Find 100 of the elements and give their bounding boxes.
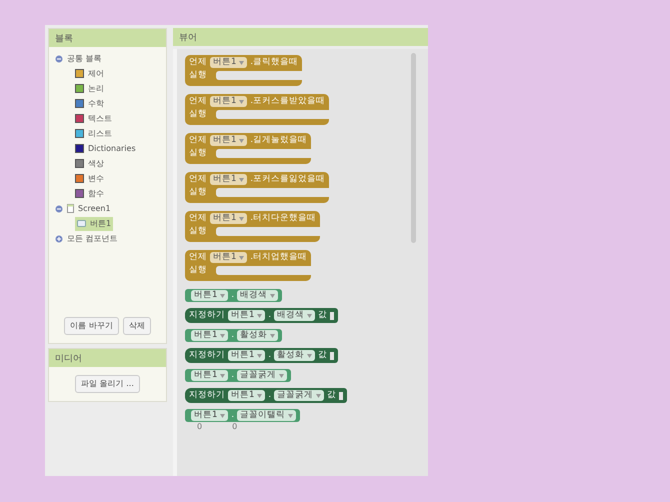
screen-icon (67, 204, 74, 213)
error-count: 0 (232, 421, 238, 433)
getter-block[interactable]: 버튼1 . 글꼴굵게 (185, 369, 292, 382)
block-label: 언제 (189, 252, 207, 263)
property-dropdown[interactable]: 배경색 (274, 310, 316, 321)
viewer-title: 뷰어 (173, 28, 428, 46)
caret-icon (239, 60, 244, 64)
caret-icon (257, 314, 262, 318)
caret-icon (220, 414, 226, 418)
block-category[interactable]: 수학 (88, 98, 104, 110)
block-label: 값 (318, 310, 328, 321)
block-label: 언제 (189, 135, 207, 146)
block-label: 지정하기 (189, 390, 225, 401)
block-label: .터치다운했을때 (250, 213, 316, 224)
block-category[interactable]: 변수 (88, 172, 104, 184)
block-category[interactable]: 함수 (88, 188, 104, 200)
button-icon (77, 220, 86, 227)
warning-count: 0 (197, 421, 202, 433)
block-label: 실행 (189, 109, 207, 120)
rename-button[interactable]: 이름 바꾸기 (64, 317, 119, 335)
getter-block[interactable]: 버튼1 . 활성화 (185, 329, 282, 342)
component-dropdown[interactable]: 버튼1 (210, 57, 248, 68)
tree-item[interactable]: 공통 블록 (67, 52, 102, 64)
component-dropdown[interactable]: 버튼1 (191, 370, 228, 381)
block-label: .포커스를잃었을때 (250, 174, 326, 185)
event-block[interactable]: 언제 버튼1 .길게눌렀을때 실행 (185, 133, 312, 164)
block-category[interactable]: 색상 (88, 158, 104, 170)
event-block[interactable]: 언제 버튼1 .포커스를잃었을때 실행 (185, 172, 330, 203)
block-label: 실행 (189, 148, 207, 159)
setter-block[interactable]: 지정하기 버튼1 . 글꼴굵게 값 (185, 388, 348, 403)
component-dropdown[interactable]: 버튼1 (191, 410, 228, 421)
component-dropdown[interactable]: 버튼1 (191, 290, 228, 301)
caret-icon (220, 334, 226, 338)
caret-icon (279, 374, 284, 378)
component-dropdown[interactable]: 버튼1 (210, 96, 248, 107)
component-dropdown[interactable]: 버튼1 (228, 310, 266, 321)
block-label: 언제 (189, 57, 207, 68)
block-label: 값 (327, 390, 336, 401)
setter-block[interactable]: 지정하기 버튼1 . 배경색 값 (185, 308, 338, 323)
component-dropdown[interactable]: 버튼1 (191, 330, 228, 341)
caret-icon (257, 394, 262, 398)
tree-item[interactable]: Screen1 (78, 202, 111, 214)
block-label: .길게눌렀을때 (250, 135, 308, 146)
getter-block[interactable]: 버튼1 . 배경색 (185, 289, 282, 302)
block-category[interactable]: 텍스트 (88, 112, 112, 124)
block-category[interactable]: Dictionaries (88, 142, 136, 154)
caret-icon (270, 294, 276, 298)
block-label: 실행 (189, 265, 207, 276)
caret-icon (239, 138, 244, 142)
event-block[interactable]: 언제 버튼1 .클릭했을때 실행 (185, 55, 302, 86)
property-dropdown[interactable]: 글꼴이탤릭 (237, 410, 296, 421)
block-label: 실행 (189, 187, 207, 198)
event-block[interactable]: 언제 버튼1 .포커스를받았을때 실행 (185, 94, 330, 125)
block-label: 지정하기 (189, 310, 225, 321)
block-category[interactable]: 제어 (88, 68, 104, 80)
block-label: . (231, 330, 234, 341)
block-label: 실행 (189, 70, 207, 81)
caret-icon (239, 100, 244, 104)
setter-block[interactable]: 지정하기 버튼1 . 활성화 값 (185, 348, 338, 363)
property-dropdown[interactable]: 글꼴굵게 (274, 390, 324, 401)
caret-icon (307, 314, 312, 318)
component-dropdown[interactable]: 버튼1 (228, 350, 266, 361)
block-label: .포커스를받았을때 (250, 96, 326, 107)
panel-title: 블록 (49, 29, 166, 47)
component-dropdown[interactable]: 버튼1 (210, 174, 248, 185)
component-item[interactable]: 버튼1 (75, 216, 114, 230)
property-dropdown[interactable]: 배경색 (237, 290, 278, 301)
block-label: 언제 (189, 213, 207, 224)
block-category[interactable]: 리스트 (88, 128, 112, 140)
caret-icon (288, 414, 294, 418)
delete-button[interactable]: 삭제 (122, 317, 151, 335)
caret-icon (307, 354, 312, 358)
component-dropdown[interactable]: 버튼1 (210, 135, 248, 146)
property-dropdown[interactable]: 활성화 (274, 350, 316, 361)
caret-icon (239, 256, 244, 260)
property-dropdown[interactable]: 활성화 (237, 330, 278, 341)
block-category[interactable]: 논리 (88, 82, 104, 94)
collapse-icon[interactable] (55, 54, 63, 62)
property-dropdown[interactable]: 글꼴굵게 (237, 370, 288, 381)
tree-item[interactable]: 모든 컴포넌트 (67, 232, 118, 244)
block-label: . (268, 310, 272, 321)
expand-icon[interactable] (55, 234, 63, 242)
component-dropdown[interactable]: 버튼1 (210, 252, 248, 263)
block-label: . (268, 390, 272, 401)
block-label: 언제 (189, 174, 207, 185)
block-label: 실행 (189, 226, 207, 237)
collapse-icon[interactable] (55, 204, 63, 212)
upload-file-button[interactable]: 파일 올리기 ... (75, 375, 140, 393)
block-label: .클릭했을때 (250, 57, 298, 68)
block-label: . (231, 410, 234, 421)
getter-block[interactable]: 버튼1 . 글꼴이탤릭 (185, 409, 300, 422)
block-label: 값 (318, 350, 328, 361)
component-dropdown[interactable]: 버튼1 (210, 213, 248, 224)
caret-icon (220, 294, 226, 298)
event-block[interactable]: 언제 버튼1 .터치다운했을때 실행 (185, 211, 320, 242)
caret-icon (220, 374, 226, 378)
block-label: .터치업했을때 (250, 252, 308, 263)
component-dropdown[interactable]: 버튼1 (228, 390, 266, 401)
event-block[interactable]: 언제 버튼1 .터치업했을때 실행 (185, 250, 312, 281)
caret-icon (239, 216, 244, 220)
